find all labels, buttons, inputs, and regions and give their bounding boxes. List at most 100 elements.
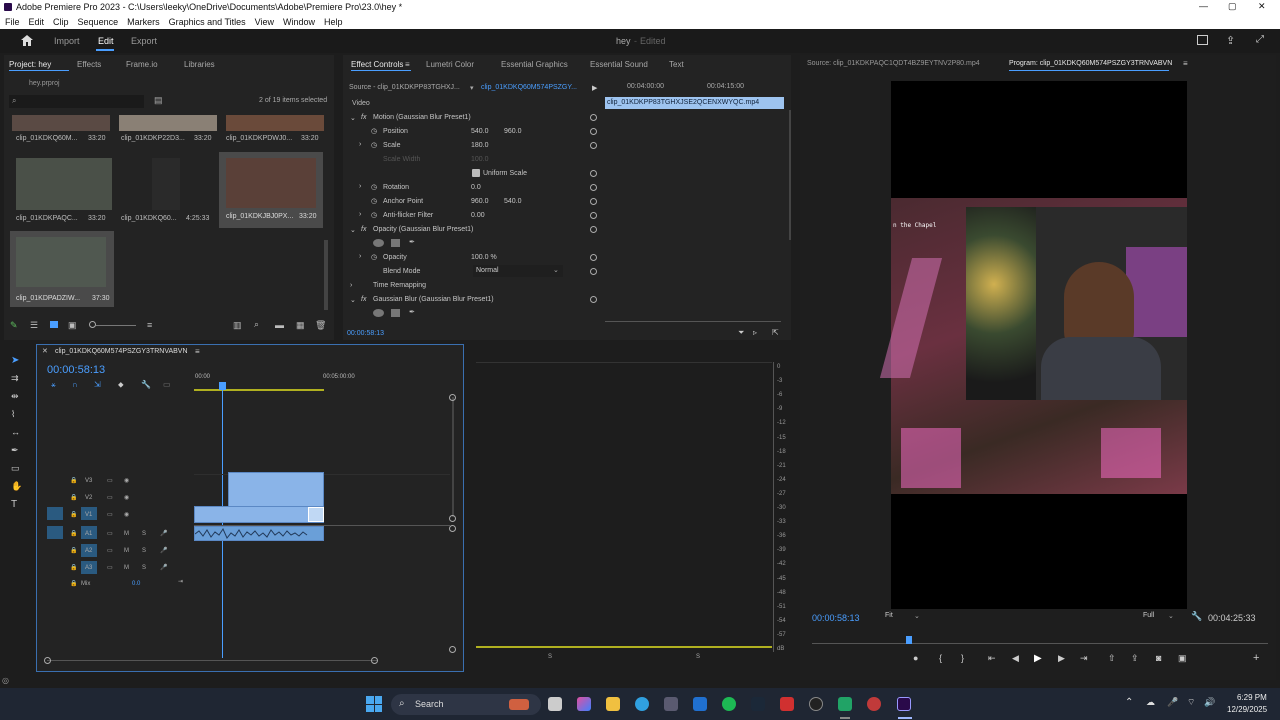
fit-select[interactable]: Fit ⌄ — [884, 612, 924, 623]
play-audio-icon[interactable]: ▹ — [753, 328, 757, 337]
settings-app-icon[interactable] — [867, 697, 881, 711]
source-clip[interactable]: Source - clip_01KDKPP83TGHXJ... — [349, 84, 460, 91]
rectangle-mask-icon[interactable] — [391, 239, 400, 247]
eye-icon[interactable]: ◉ — [124, 511, 129, 518]
nest-icon[interactable]: ⇲ — [94, 380, 101, 389]
sort-icon[interactable]: ≡ — [147, 320, 152, 330]
tab-essential-sound[interactable]: Essential Sound — [590, 60, 648, 69]
pen-mask-icon[interactable]: ✒ — [409, 238, 415, 246]
anchor-y[interactable]: 540.0 — [504, 198, 522, 205]
menu-graphics[interactable]: Graphics and Titles — [169, 17, 246, 27]
ellipse-mask-icon[interactable] — [373, 239, 384, 247]
pencil-icon[interactable]: ✎ — [10, 320, 18, 331]
reset-icon[interactable] — [590, 170, 597, 177]
wifi-icon[interactable]: ⌔ — [1187, 697, 1195, 708]
selected-clip-card[interactable]: clip_01KDPADZIW... 37:30 — [10, 231, 114, 307]
clip-thumbnail[interactable] — [152, 158, 180, 210]
fx-icon[interactable]: fx — [361, 296, 366, 303]
ellipse-mask-icon[interactable] — [373, 309, 384, 317]
motion-header[interactable]: Motion (Gaussian Blur Preset1) — [373, 114, 471, 121]
sync-icon[interactable]: ▭ — [107, 547, 113, 554]
go-to-in-icon[interactable]: ⇤ — [988, 653, 996, 664]
program-video-frame[interactable]: n the Chapel — [879, 81, 1187, 609]
menu-window[interactable]: Window — [283, 17, 315, 27]
type-tool-icon[interactable]: T — [11, 499, 17, 510]
reset-icon[interactable] — [590, 212, 597, 219]
freeform-view-icon[interactable]: ▣ — [68, 320, 77, 331]
mic-icon[interactable]: 🎤 — [160, 530, 167, 537]
extract-icon[interactable]: ⇪ — [1131, 653, 1139, 664]
reset-icon[interactable] — [590, 226, 597, 233]
reset-icon[interactable] — [590, 114, 597, 121]
tab-libraries[interactable]: Libraries — [184, 60, 215, 69]
timeline-timecode[interactable]: 00:00:58:13 — [47, 364, 105, 376]
eye-icon[interactable]: ◉ — [124, 494, 129, 501]
stopwatch-icon[interactable]: ◷ — [371, 211, 377, 219]
gaussian-blur-header[interactable]: Gaussian Blur (Gaussian Blur Preset1) — [373, 296, 494, 303]
new-bin-icon[interactable]: ▬ — [275, 320, 284, 330]
steam-icon[interactable] — [751, 697, 765, 711]
pen-mask-icon[interactable]: ✒ — [409, 308, 415, 316]
tab-effects[interactable]: Effects — [77, 60, 101, 69]
razor-icon[interactable]: ⌇ — [11, 409, 15, 420]
edge-icon[interactable] — [635, 697, 649, 711]
mute-button[interactable]: M — [124, 548, 129, 554]
reset-icon[interactable] — [590, 268, 597, 275]
list-view-icon[interactable]: ☰ — [30, 320, 38, 331]
opacity-value[interactable]: 100.0 % — [471, 254, 497, 261]
mic-icon[interactable]: 🎤 — [160, 564, 167, 571]
stopwatch-icon[interactable]: ◷ — [371, 183, 377, 191]
copilot-icon[interactable] — [577, 697, 591, 711]
comparison-icon[interactable]: ▣ — [1178, 653, 1187, 664]
track-select-icon[interactable]: ⇉ — [11, 373, 19, 384]
filter-icon[interactable]: ⏷ — [738, 328, 744, 338]
solo-right[interactable]: S — [696, 654, 700, 660]
clip-thumbnail[interactable] — [12, 115, 110, 131]
lock-icon[interactable]: 🔒 — [70, 564, 77, 571]
play-icon[interactable]: ▶ — [1034, 653, 1042, 664]
tab-project[interactable]: Project: hey — [9, 60, 51, 69]
stopwatch-icon[interactable]: ◷ — [371, 127, 377, 135]
workspaces-icon[interactable] — [1197, 35, 1208, 45]
scroll-handle[interactable] — [449, 525, 456, 532]
add-button-icon[interactable]: + — [1253, 652, 1259, 664]
tab-export[interactable]: Export — [131, 36, 157, 46]
menu-markers[interactable]: Markers — [127, 17, 160, 27]
file-explorer-icon[interactable] — [606, 697, 620, 711]
tab-import[interactable]: Import — [54, 36, 80, 46]
anchor-x[interactable]: 960.0 — [471, 198, 489, 205]
sync-icon[interactable]: ▭ — [107, 477, 113, 484]
solo-button[interactable]: S — [142, 565, 146, 571]
quality-select[interactable]: Full ⌄ — [1142, 612, 1182, 623]
solo-button[interactable]: S — [142, 548, 146, 554]
ripple-edit-icon[interactable]: ⇹ — [11, 391, 19, 402]
position-x[interactable]: 540.0 — [471, 128, 489, 135]
mic-icon[interactable]: 🎤 — [1167, 697, 1178, 708]
premiere-pro-icon[interactable] — [897, 697, 911, 711]
sequence-tab[interactable]: clip_01KDKQ60M574PSZGY3TRNVABVN — [55, 348, 188, 355]
tf-app-icon[interactable] — [780, 697, 794, 711]
program-timecode[interactable]: 00:00:58:13 — [812, 613, 860, 623]
reset-icon[interactable] — [590, 184, 597, 191]
menu-view[interactable]: View — [255, 17, 274, 27]
automate-icon[interactable]: ▥ — [233, 320, 242, 331]
step-forward-icon[interactable]: ▶ — [1058, 653, 1065, 664]
go-to-out-icon[interactable]: ⇥ — [1080, 653, 1088, 664]
lock-icon[interactable]: 🔒 — [70, 530, 77, 537]
tab-frameio[interactable]: Frame.io — [126, 60, 158, 69]
sync-icon[interactable]: ▭ — [107, 494, 113, 501]
scroll-handle[interactable] — [449, 515, 456, 522]
tab-text[interactable]: Text — [669, 60, 684, 69]
taskbar-search[interactable]: ⌕ Search — [391, 694, 541, 715]
zoom-slider[interactable] — [96, 325, 136, 326]
fx-icon[interactable]: fx — [361, 114, 366, 121]
clock-time[interactable]: 6:29 PM — [1237, 693, 1267, 702]
scroll-handle[interactable] — [371, 657, 378, 664]
reset-icon[interactable] — [590, 198, 597, 205]
add-marker-icon[interactable]: ⬥ — [118, 380, 124, 390]
antiflicker-value[interactable]: 0.00 — [471, 212, 485, 219]
search-input[interactable]: ⌕ — [9, 95, 144, 108]
tab-edit[interactable]: Edit — [98, 36, 114, 46]
new-bin-icon[interactable]: ▤ — [154, 95, 163, 106]
ec-clip-bar[interactable]: clip_01KDKPP83TGHXJSE2QCENXWYQC.mp4 — [605, 97, 784, 109]
